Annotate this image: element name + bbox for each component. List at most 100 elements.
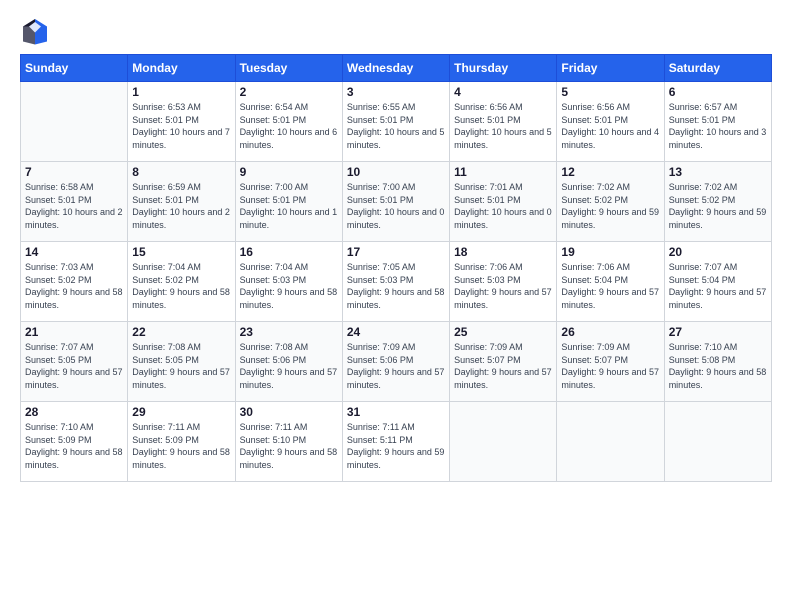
day-number: 20 <box>669 245 767 259</box>
calendar-cell: 30Sunrise: 7:11 AMSunset: 5:10 PMDayligh… <box>235 402 342 482</box>
calendar-cell: 9 Sunrise: 7:00 AMSunset: 5:01 PMDaylight… <box>235 162 342 242</box>
weekday-wednesday: Wednesday <box>342 55 449 82</box>
day-info: Sunrise: 7:11 AMSunset: 5:09 PMDaylight:… <box>132 421 230 471</box>
day-number: 11 <box>454 165 552 179</box>
calendar-cell <box>450 402 557 482</box>
day-number: 28 <box>25 405 123 419</box>
calendar-cell <box>664 402 771 482</box>
header <box>20 16 772 46</box>
day-info: Sunrise: 7:00 AMSunset: 5:01 PMDaylight:… <box>347 181 445 231</box>
day-info: Sunrise: 7:11 AMSunset: 5:11 PMDaylight:… <box>347 421 445 471</box>
day-info: Sunrise: 6:56 AMSunset: 5:01 PMDaylight:… <box>454 101 552 151</box>
logo-icon <box>20 16 50 46</box>
page: SundayMondayTuesdayWednesdayThursdayFrid… <box>0 0 792 612</box>
day-number: 23 <box>240 325 338 339</box>
weekday-header-row: SundayMondayTuesdayWednesdayThursdayFrid… <box>21 55 772 82</box>
calendar-cell: 28 Sunrise: 7:10 AMSunset: 5:09 PMDayligh… <box>21 402 128 482</box>
calendar-cell: 29 Sunrise: 7:11 AMSunset: 5:09 PMDayligh… <box>128 402 235 482</box>
day-info: Sunrise: 7:04 AMSunset: 5:02 PMDaylight:… <box>132 261 230 311</box>
day-number: 9 <box>240 165 338 179</box>
calendar-week-5: 28 Sunrise: 7:10 AMSunset: 5:09 PMDayligh… <box>21 402 772 482</box>
calendar-cell: 25Sunrise: 7:09 AMSunset: 5:07 PMDayligh… <box>450 322 557 402</box>
day-info: Sunrise: 7:09 AMSunset: 5:07 PMDaylight:… <box>561 341 659 391</box>
day-number: 3 <box>347 85 445 99</box>
logo <box>20 16 54 46</box>
day-number: 7 <box>25 165 123 179</box>
day-info: Sunrise: 6:59 AMSunset: 5:01 PMDaylight:… <box>132 181 230 231</box>
day-info: Sunrise: 7:11 AMSunset: 5:10 PMDaylight:… <box>240 421 338 471</box>
weekday-saturday: Saturday <box>664 55 771 82</box>
day-number: 4 <box>454 85 552 99</box>
calendar-cell <box>21 82 128 162</box>
calendar-week-1: 1 Sunrise: 6:53 AMSunset: 5:01 PMDaylight… <box>21 82 772 162</box>
calendar-week-4: 21 Sunrise: 7:07 AMSunset: 5:05 PMDayligh… <box>21 322 772 402</box>
day-info: Sunrise: 7:00 AMSunset: 5:01 PMDaylight:… <box>240 181 338 231</box>
calendar-cell: 6 Sunrise: 6:57 AMSunset: 5:01 PMDaylight… <box>664 82 771 162</box>
calendar-cell <box>557 402 664 482</box>
day-info: Sunrise: 6:57 AMSunset: 5:01 PMDaylight:… <box>669 101 767 151</box>
day-number: 24 <box>347 325 445 339</box>
day-number: 2 <box>240 85 338 99</box>
day-number: 1 <box>132 85 230 99</box>
day-info: Sunrise: 7:08 AMSunset: 5:06 PMDaylight:… <box>240 341 338 391</box>
calendar-cell: 11 Sunrise: 7:01 AMSunset: 5:01 PMDayligh… <box>450 162 557 242</box>
day-number: 22 <box>132 325 230 339</box>
day-info: Sunrise: 6:53 AMSunset: 5:01 PMDaylight:… <box>132 101 230 151</box>
day-info: Sunrise: 7:10 AMSunset: 5:09 PMDaylight:… <box>25 421 123 471</box>
day-number: 26 <box>561 325 659 339</box>
calendar-cell: 4 Sunrise: 6:56 AMSunset: 5:01 PMDaylight… <box>450 82 557 162</box>
day-number: 10 <box>347 165 445 179</box>
day-number: 6 <box>669 85 767 99</box>
calendar-week-2: 7 Sunrise: 6:58 AMSunset: 5:01 PMDaylight… <box>21 162 772 242</box>
day-info: Sunrise: 7:05 AMSunset: 5:03 PMDaylight:… <box>347 261 445 311</box>
day-number: 27 <box>669 325 767 339</box>
calendar-cell: 2Sunrise: 6:54 AMSunset: 5:01 PMDaylight… <box>235 82 342 162</box>
day-info: Sunrise: 7:08 AMSunset: 5:05 PMDaylight:… <box>132 341 230 391</box>
day-number: 12 <box>561 165 659 179</box>
day-number: 17 <box>347 245 445 259</box>
day-info: Sunrise: 7:07 AMSunset: 5:05 PMDaylight:… <box>25 341 123 391</box>
calendar-cell: 14Sunrise: 7:03 AMSunset: 5:02 PMDayligh… <box>21 242 128 322</box>
weekday-tuesday: Tuesday <box>235 55 342 82</box>
weekday-sunday: Sunday <box>21 55 128 82</box>
day-number: 14 <box>25 245 123 259</box>
calendar-cell: 17 Sunrise: 7:05 AMSunset: 5:03 PMDayligh… <box>342 242 449 322</box>
calendar-cell: 20Sunrise: 7:07 AMSunset: 5:04 PMDayligh… <box>664 242 771 322</box>
calendar-cell: 1 Sunrise: 6:53 AMSunset: 5:01 PMDaylight… <box>128 82 235 162</box>
calendar-cell: 19Sunrise: 7:06 AMSunset: 5:04 PMDayligh… <box>557 242 664 322</box>
day-number: 18 <box>454 245 552 259</box>
day-number: 31 <box>347 405 445 419</box>
day-info: Sunrise: 6:58 AMSunset: 5:01 PMDaylight:… <box>25 181 123 231</box>
calendar-cell: 10 Sunrise: 7:00 AMSunset: 5:01 PMDayligh… <box>342 162 449 242</box>
day-info: Sunrise: 7:09 AMSunset: 5:06 PMDaylight:… <box>347 341 445 391</box>
calendar-cell: 12Sunrise: 7:02 AMSunset: 5:02 PMDayligh… <box>557 162 664 242</box>
calendar-cell: 24 Sunrise: 7:09 AMSunset: 5:06 PMDayligh… <box>342 322 449 402</box>
day-number: 15 <box>132 245 230 259</box>
calendar-cell: 8 Sunrise: 6:59 AMSunset: 5:01 PMDaylight… <box>128 162 235 242</box>
calendar-cell: 31 Sunrise: 7:11 AMSunset: 5:11 PMDayligh… <box>342 402 449 482</box>
weekday-monday: Monday <box>128 55 235 82</box>
weekday-friday: Friday <box>557 55 664 82</box>
calendar-cell: 5Sunrise: 6:56 AMSunset: 5:01 PMDaylight… <box>557 82 664 162</box>
calendar-cell: 21 Sunrise: 7:07 AMSunset: 5:05 PMDayligh… <box>21 322 128 402</box>
day-info: Sunrise: 7:04 AMSunset: 5:03 PMDaylight:… <box>240 261 338 311</box>
calendar-cell: 16Sunrise: 7:04 AMSunset: 5:03 PMDayligh… <box>235 242 342 322</box>
calendar-cell: 18Sunrise: 7:06 AMSunset: 5:03 PMDayligh… <box>450 242 557 322</box>
day-info: Sunrise: 7:09 AMSunset: 5:07 PMDaylight:… <box>454 341 552 391</box>
calendar-cell: 27 Sunrise: 7:10 AMSunset: 5:08 PMDayligh… <box>664 322 771 402</box>
day-number: 5 <box>561 85 659 99</box>
calendar-cell: 23 Sunrise: 7:08 AMSunset: 5:06 PMDayligh… <box>235 322 342 402</box>
day-info: Sunrise: 7:02 AMSunset: 5:02 PMDaylight:… <box>669 181 767 231</box>
day-number: 21 <box>25 325 123 339</box>
day-number: 29 <box>132 405 230 419</box>
calendar-cell: 22 Sunrise: 7:08 AMSunset: 5:05 PMDayligh… <box>128 322 235 402</box>
day-info: Sunrise: 7:10 AMSunset: 5:08 PMDaylight:… <box>669 341 767 391</box>
calendar-table: SundayMondayTuesdayWednesdayThursdayFrid… <box>20 54 772 482</box>
calendar-cell: 26 Sunrise: 7:09 AMSunset: 5:07 PMDayligh… <box>557 322 664 402</box>
day-info: Sunrise: 7:01 AMSunset: 5:01 PMDaylight:… <box>454 181 552 231</box>
calendar-cell: 3Sunrise: 6:55 AMSunset: 5:01 PMDaylight… <box>342 82 449 162</box>
day-number: 8 <box>132 165 230 179</box>
day-number: 13 <box>669 165 767 179</box>
calendar-week-3: 14Sunrise: 7:03 AMSunset: 5:02 PMDayligh… <box>21 242 772 322</box>
calendar-cell: 7 Sunrise: 6:58 AMSunset: 5:01 PMDaylight… <box>21 162 128 242</box>
